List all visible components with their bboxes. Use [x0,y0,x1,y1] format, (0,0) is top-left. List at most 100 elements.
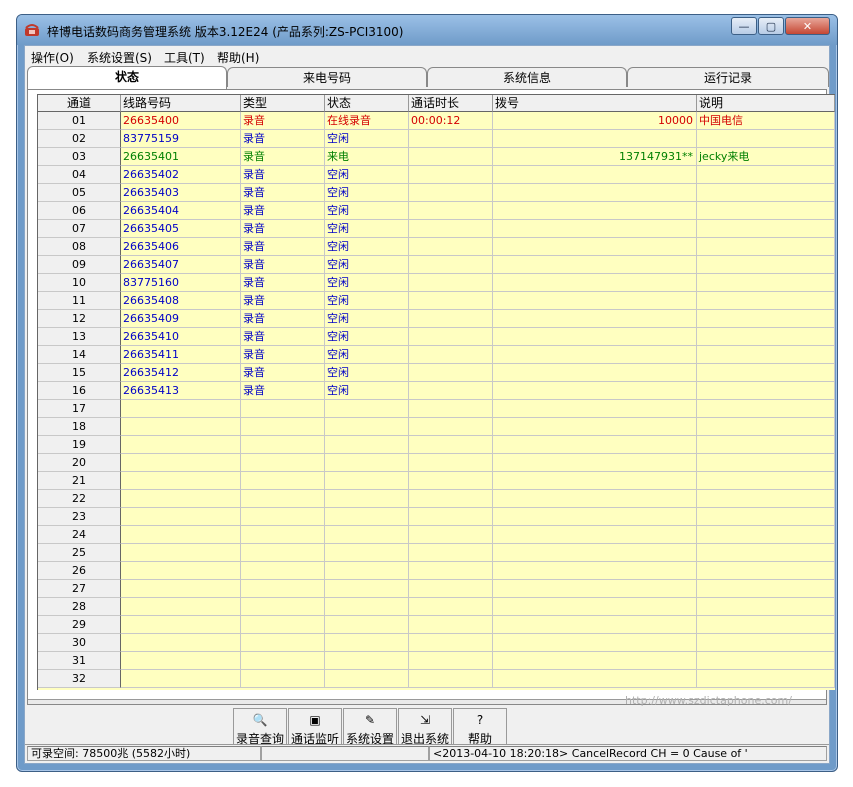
record-search-button[interactable]: 🔍 录音查询 [233,708,287,748]
cell-note[interactable] [697,616,835,634]
cell-note[interactable] [697,220,835,238]
cell-type[interactable]: 录音 [241,130,325,148]
cell-note[interactable] [697,274,835,292]
cell-duration[interactable] [409,598,493,616]
row-header-channel[interactable]: 17 [38,400,121,418]
cell-dial[interactable] [493,616,697,634]
column-header-dial[interactable]: 拨号 [493,95,697,112]
cell-type[interactable] [241,490,325,508]
menu-help[interactable]: 帮助(H) [217,49,259,66]
row-header-channel[interactable]: 22 [38,490,121,508]
cell-type[interactable] [241,616,325,634]
cell-state[interactable] [325,436,409,454]
cell-state[interactable]: 空闲 [325,382,409,400]
cell-note[interactable] [697,130,835,148]
tab-incoming-calls[interactable]: 来电号码 [227,67,427,87]
cell-dial[interactable] [493,508,697,526]
cell-state[interactable] [325,616,409,634]
cell-type[interactable] [241,400,325,418]
column-header-type[interactable]: 类型 [241,95,325,112]
row-header-channel[interactable]: 28 [38,598,121,616]
cell-line-number[interactable]: 26635408 [121,292,241,310]
cell-type[interactable] [241,598,325,616]
cell-dial[interactable] [493,184,697,202]
cell-dial[interactable] [493,400,697,418]
cell-note[interactable] [697,238,835,256]
cell-duration[interactable] [409,256,493,274]
cell-line-number[interactable]: 26635409 [121,310,241,328]
cell-duration[interactable] [409,274,493,292]
cell-state[interactable]: 在线录音 [325,112,409,130]
cell-type[interactable] [241,562,325,580]
cell-duration[interactable] [409,364,493,382]
cell-duration[interactable] [409,472,493,490]
cell-note[interactable] [697,670,835,688]
cell-duration[interactable] [409,634,493,652]
cell-type[interactable]: 录音 [241,148,325,166]
cell-duration[interactable] [409,544,493,562]
cell-dial[interactable] [493,544,697,562]
cell-state[interactable] [325,598,409,616]
cell-state[interactable]: 空闲 [325,292,409,310]
cell-duration[interactable] [409,382,493,400]
cell-duration[interactable] [409,130,493,148]
column-header-channel[interactable]: 通道 [38,95,121,112]
cell-note[interactable] [697,310,835,328]
cell-duration[interactable] [409,616,493,634]
cell-dial[interactable] [493,598,697,616]
cell-duration[interactable] [409,436,493,454]
cell-line-number[interactable]: 26635407 [121,256,241,274]
cell-note[interactable] [697,202,835,220]
row-header-channel[interactable]: 24 [38,526,121,544]
cell-type[interactable] [241,580,325,598]
cell-line-number[interactable] [121,490,241,508]
tab-system-info[interactable]: 系统信息 [427,67,627,87]
cell-line-number[interactable]: 26635404 [121,202,241,220]
cell-duration[interactable] [409,202,493,220]
cell-type[interactable] [241,652,325,670]
cell-note[interactable] [697,184,835,202]
cell-type[interactable] [241,436,325,454]
row-header-channel[interactable]: 09 [38,256,121,274]
menu-tools[interactable]: 工具(T) [164,49,205,66]
cell-note[interactable] [697,562,835,580]
cell-duration[interactable] [409,580,493,598]
row-header-channel[interactable]: 13 [38,328,121,346]
cell-type[interactable] [241,454,325,472]
cell-state[interactable]: 空闲 [325,256,409,274]
cell-note[interactable] [697,400,835,418]
minimize-button[interactable]: — [731,17,757,35]
row-header-channel[interactable]: 05 [38,184,121,202]
cell-note[interactable] [697,634,835,652]
call-monitor-button[interactable]: ▣ 通话监听 [288,708,342,748]
cell-type[interactable]: 录音 [241,238,325,256]
cell-line-number[interactable] [121,418,241,436]
cell-line-number[interactable] [121,400,241,418]
cell-state[interactable] [325,634,409,652]
cell-dial[interactable] [493,238,697,256]
cell-type[interactable] [241,472,325,490]
cell-state[interactable]: 来电 [325,148,409,166]
cell-dial[interactable]: 137147931** [493,148,697,166]
cell-note[interactable]: 中国电信 [697,112,835,130]
cell-note[interactable] [697,580,835,598]
cell-dial[interactable] [493,490,697,508]
tab-run-log[interactable]: 运行记录 [627,67,829,87]
column-header-note[interactable]: 说明 [697,95,835,112]
cell-duration[interactable] [409,508,493,526]
row-header-channel[interactable]: 30 [38,634,121,652]
cell-note[interactable] [697,418,835,436]
row-header-channel[interactable]: 18 [38,418,121,436]
system-settings-button[interactable]: ✎ 系统设置 [343,708,397,748]
cell-state[interactable] [325,562,409,580]
cell-line-number[interactable] [121,454,241,472]
cell-note[interactable] [697,346,835,364]
cell-state[interactable] [325,526,409,544]
tab-status[interactable]: 状态 [27,66,227,89]
column-header-state[interactable]: 状态 [325,95,409,112]
cell-line-number[interactable]: 83775160 [121,274,241,292]
cell-dial[interactable] [493,436,697,454]
cell-state[interactable] [325,400,409,418]
row-header-channel[interactable]: 12 [38,310,121,328]
cell-dial[interactable] [493,454,697,472]
